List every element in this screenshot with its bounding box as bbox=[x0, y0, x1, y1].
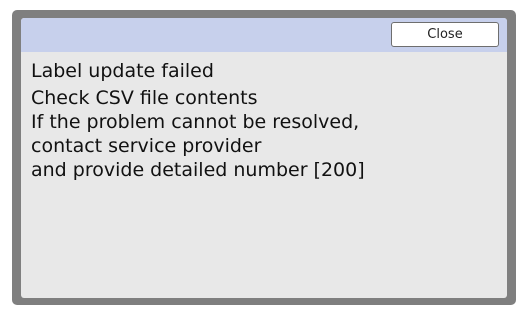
error-title-text: Label update failed bbox=[31, 60, 214, 82]
message-line: and provide detailed number [200] bbox=[31, 159, 365, 181]
message-line: contact service provider bbox=[31, 135, 262, 157]
error-dialog: Close Label update failed Check CSV file… bbox=[21, 18, 507, 298]
message-line: If the problem cannot be resolved, bbox=[31, 111, 360, 133]
dialog-frame: Close Label update failed Check CSV file… bbox=[12, 10, 516, 305]
dialog-title-bar: Close bbox=[21, 18, 507, 52]
close-button[interactable]: Close bbox=[391, 22, 499, 47]
message-line: Check CSV file contents bbox=[31, 87, 258, 109]
error-message: Label update failed Check CSV file conte… bbox=[31, 59, 497, 182]
